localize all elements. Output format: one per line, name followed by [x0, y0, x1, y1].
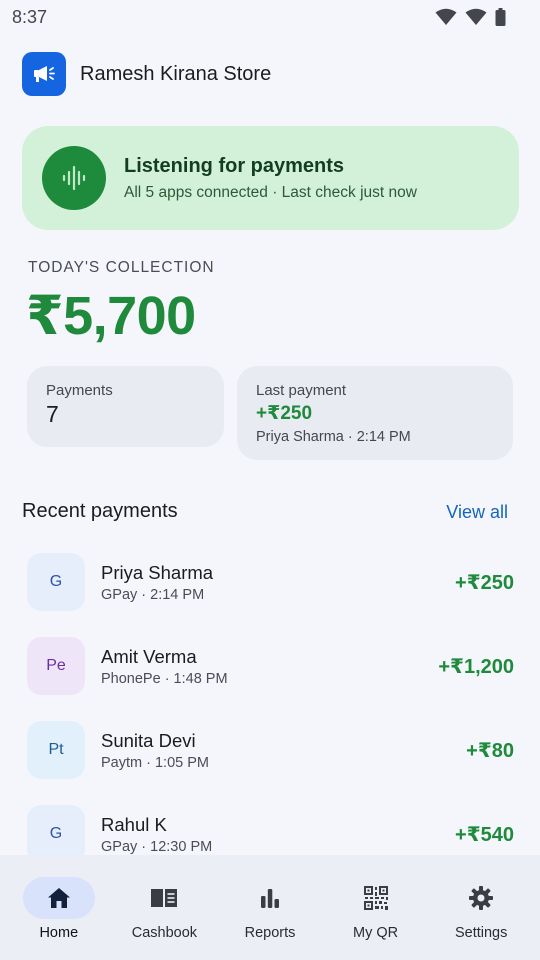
payment-amount: +₹1,200 — [438, 655, 514, 678]
nav-label-settings: Settings — [454, 925, 508, 941]
gear-icon — [445, 877, 517, 919]
payment-meta: GPay · 2:14 PM — [101, 586, 205, 603]
payment-amount: +₹540 — [455, 823, 514, 846]
nav-label-reports: Reports — [244, 925, 296, 941]
payer-name: Rahul K — [101, 813, 167, 835]
payment-app-avatar: Pe — [27, 637, 85, 695]
nav-my-qr[interactable]: My QR — [326, 877, 426, 960]
wifi-icon — [435, 8, 457, 26]
payment-meta: GPay · 12:30 PM — [101, 838, 213, 855]
payments-label: Payments — [46, 382, 113, 399]
collection-label: TODAY'S COLLECTION — [28, 259, 215, 276]
payments-count: 7 — [46, 401, 59, 427]
listening-subtitle: All 5 apps connected · Last check just n… — [124, 183, 417, 201]
bar-chart-icon — [234, 877, 306, 919]
payment-meta: Paytm · 1:05 PM — [101, 754, 209, 771]
nav-label-home: Home — [39, 925, 79, 941]
payer-name: Amit Verma — [101, 645, 197, 667]
status-time: 8:37 — [12, 6, 48, 27]
payment-text: Priya Sharma GPay · 2:14 PM — [101, 562, 455, 603]
listening-status-card[interactable]: Listening for payments All 5 apps connec… — [22, 126, 519, 230]
home-icon — [22, 877, 95, 919]
payment-app-avatar: Pt — [27, 721, 85, 779]
view-all-link[interactable]: View all — [446, 502, 508, 523]
payer-name: Sunita Devi — [101, 729, 196, 751]
listening-title: Listening for payments — [124, 154, 345, 177]
payment-meta: PhonePe · 1:48 PM — [101, 670, 228, 687]
status-icons — [435, 8, 506, 26]
status-bar: 8:37 — [0, 0, 540, 34]
payer-name: Priya Sharma — [101, 561, 214, 583]
soundwave-icon — [42, 146, 106, 210]
store-name: Ramesh Kirana Store — [80, 62, 272, 85]
nav-cashbook[interactable]: Cashbook — [114, 877, 214, 960]
last-payment-card[interactable]: Last payment +₹250 Priya Sharma · 2:14 P… — [237, 366, 513, 460]
payments-count-card[interactable]: Payments 7 — [27, 366, 224, 447]
payment-row[interactable]: Pe Amit Verma PhonePe · 1:48 PM +₹1,200 — [27, 637, 514, 695]
payment-text: Sunita Devi Paytm · 1:05 PM — [101, 730, 466, 771]
payment-app-avatar: G — [27, 553, 85, 611]
payment-row[interactable]: G Priya Sharma GPay · 2:14 PM +₹250 — [27, 553, 514, 611]
signal-icon — [465, 8, 487, 26]
recent-payments-title: Recent payments — [22, 500, 178, 522]
megaphone-icon — [22, 52, 66, 96]
payment-text: Rahul K GPay · 12:30 PM — [101, 814, 455, 855]
bottom-navigation: Home Cashbook Reports My QR Settings — [0, 855, 540, 960]
payment-text: Amit Verma PhonePe · 1:48 PM — [101, 646, 438, 687]
nav-home[interactable]: Home — [9, 877, 109, 960]
nav-label-my-qr: My QR — [353, 925, 399, 941]
collection-amount: ₹5,700 — [26, 286, 196, 346]
last-payment-label: Last payment — [256, 382, 347, 399]
nav-label-cashbook: Cashbook — [131, 925, 198, 941]
payment-row[interactable]: Pt Sunita Devi Paytm · 1:05 PM +₹80 — [27, 721, 514, 779]
last-payment-amount: +₹250 — [256, 403, 313, 424]
payment-amount: +₹250 — [455, 571, 514, 594]
payment-amount: +₹80 — [466, 739, 514, 762]
nav-reports[interactable]: Reports — [220, 877, 320, 960]
qr-code-icon — [340, 877, 412, 919]
battery-icon — [495, 8, 506, 26]
listening-text: Listening for payments All 5 apps connec… — [124, 155, 417, 202]
book-icon — [128, 877, 200, 919]
app-header: Ramesh Kirana Store — [22, 52, 271, 96]
nav-settings[interactable]: Settings — [431, 877, 531, 960]
last-payment-meta: Priya Sharma · 2:14 PM — [256, 429, 411, 445]
